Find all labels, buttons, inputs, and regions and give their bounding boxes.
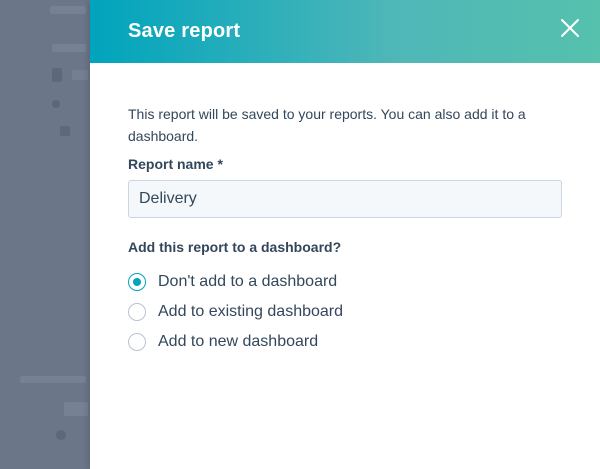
option-label: Add to new dashboard <box>158 333 319 350</box>
panel-title: Save report <box>128 20 241 42</box>
radio-selected-icon[interactable] <box>128 273 146 291</box>
panel-header: Save report <box>90 0 600 63</box>
close-icon <box>561 19 579 37</box>
intro-text: This report will be saved to your report… <box>128 106 526 144</box>
radio-unselected-icon[interactable] <box>128 333 146 351</box>
background-icon <box>52 100 60 108</box>
background-placeholder <box>50 6 86 14</box>
close-button[interactable] <box>560 18 580 38</box>
panel-body: This report will be saved to your report… <box>90 63 600 357</box>
background-icon <box>52 68 62 82</box>
report-name-input[interactable] <box>128 180 562 218</box>
background-placeholder <box>20 376 86 383</box>
radio-unselected-icon[interactable] <box>128 303 146 321</box>
option-label: Add to existing dashboard <box>158 303 344 320</box>
background-icon <box>56 430 66 440</box>
option-existing-dashboard[interactable]: Add to existing dashboard <box>128 297 562 327</box>
dashboard-option-group: Don't add to a dashboard Add to existing… <box>128 267 562 357</box>
background-icon <box>60 126 70 136</box>
background-placeholder <box>64 402 88 416</box>
option-label: Don't add to a dashboard <box>158 273 338 290</box>
background-placeholder <box>52 44 86 52</box>
dashboard-question-label: Add this report to a dashboard? <box>128 239 342 255</box>
report-name-label: Report name * <box>128 156 223 172</box>
option-new-dashboard[interactable]: Add to new dashboard <box>128 327 562 357</box>
option-dont-add[interactable]: Don't add to a dashboard <box>128 267 562 297</box>
save-report-panel: Save report This report will be saved to… <box>90 0 600 469</box>
background-placeholder <box>72 70 88 80</box>
